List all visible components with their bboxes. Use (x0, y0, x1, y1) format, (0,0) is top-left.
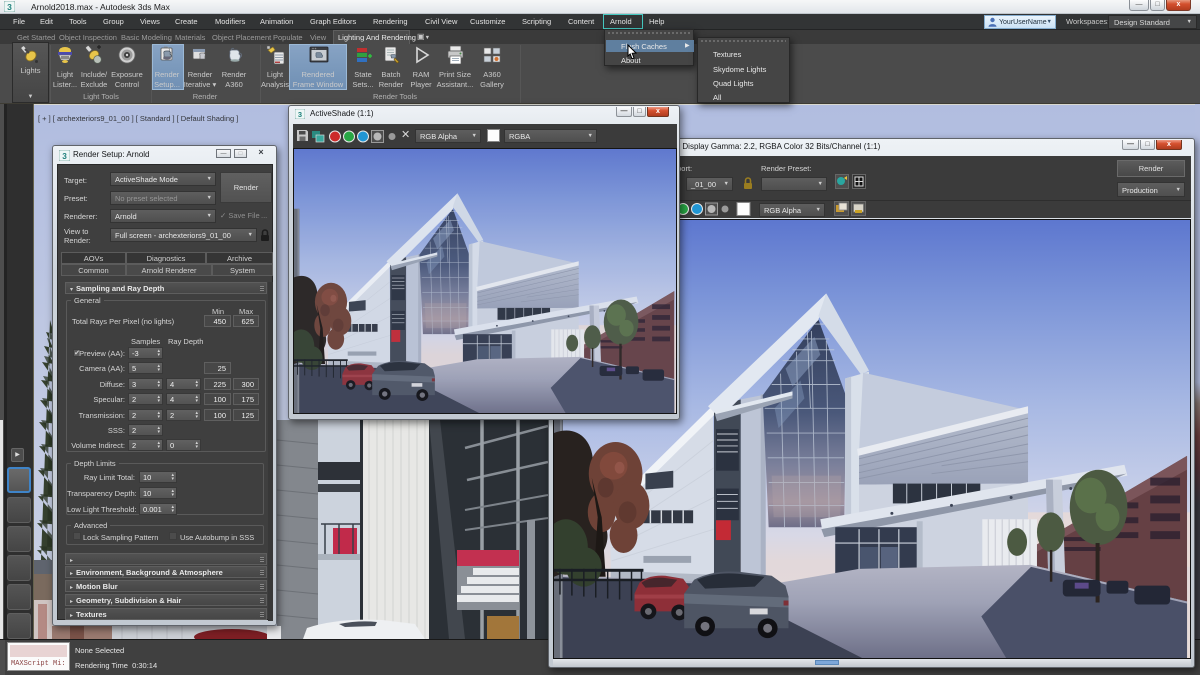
svg-text:3: 3 (298, 110, 302, 119)
svg-text:3: 3 (7, 2, 12, 12)
svg-text:3: 3 (62, 152, 67, 161)
